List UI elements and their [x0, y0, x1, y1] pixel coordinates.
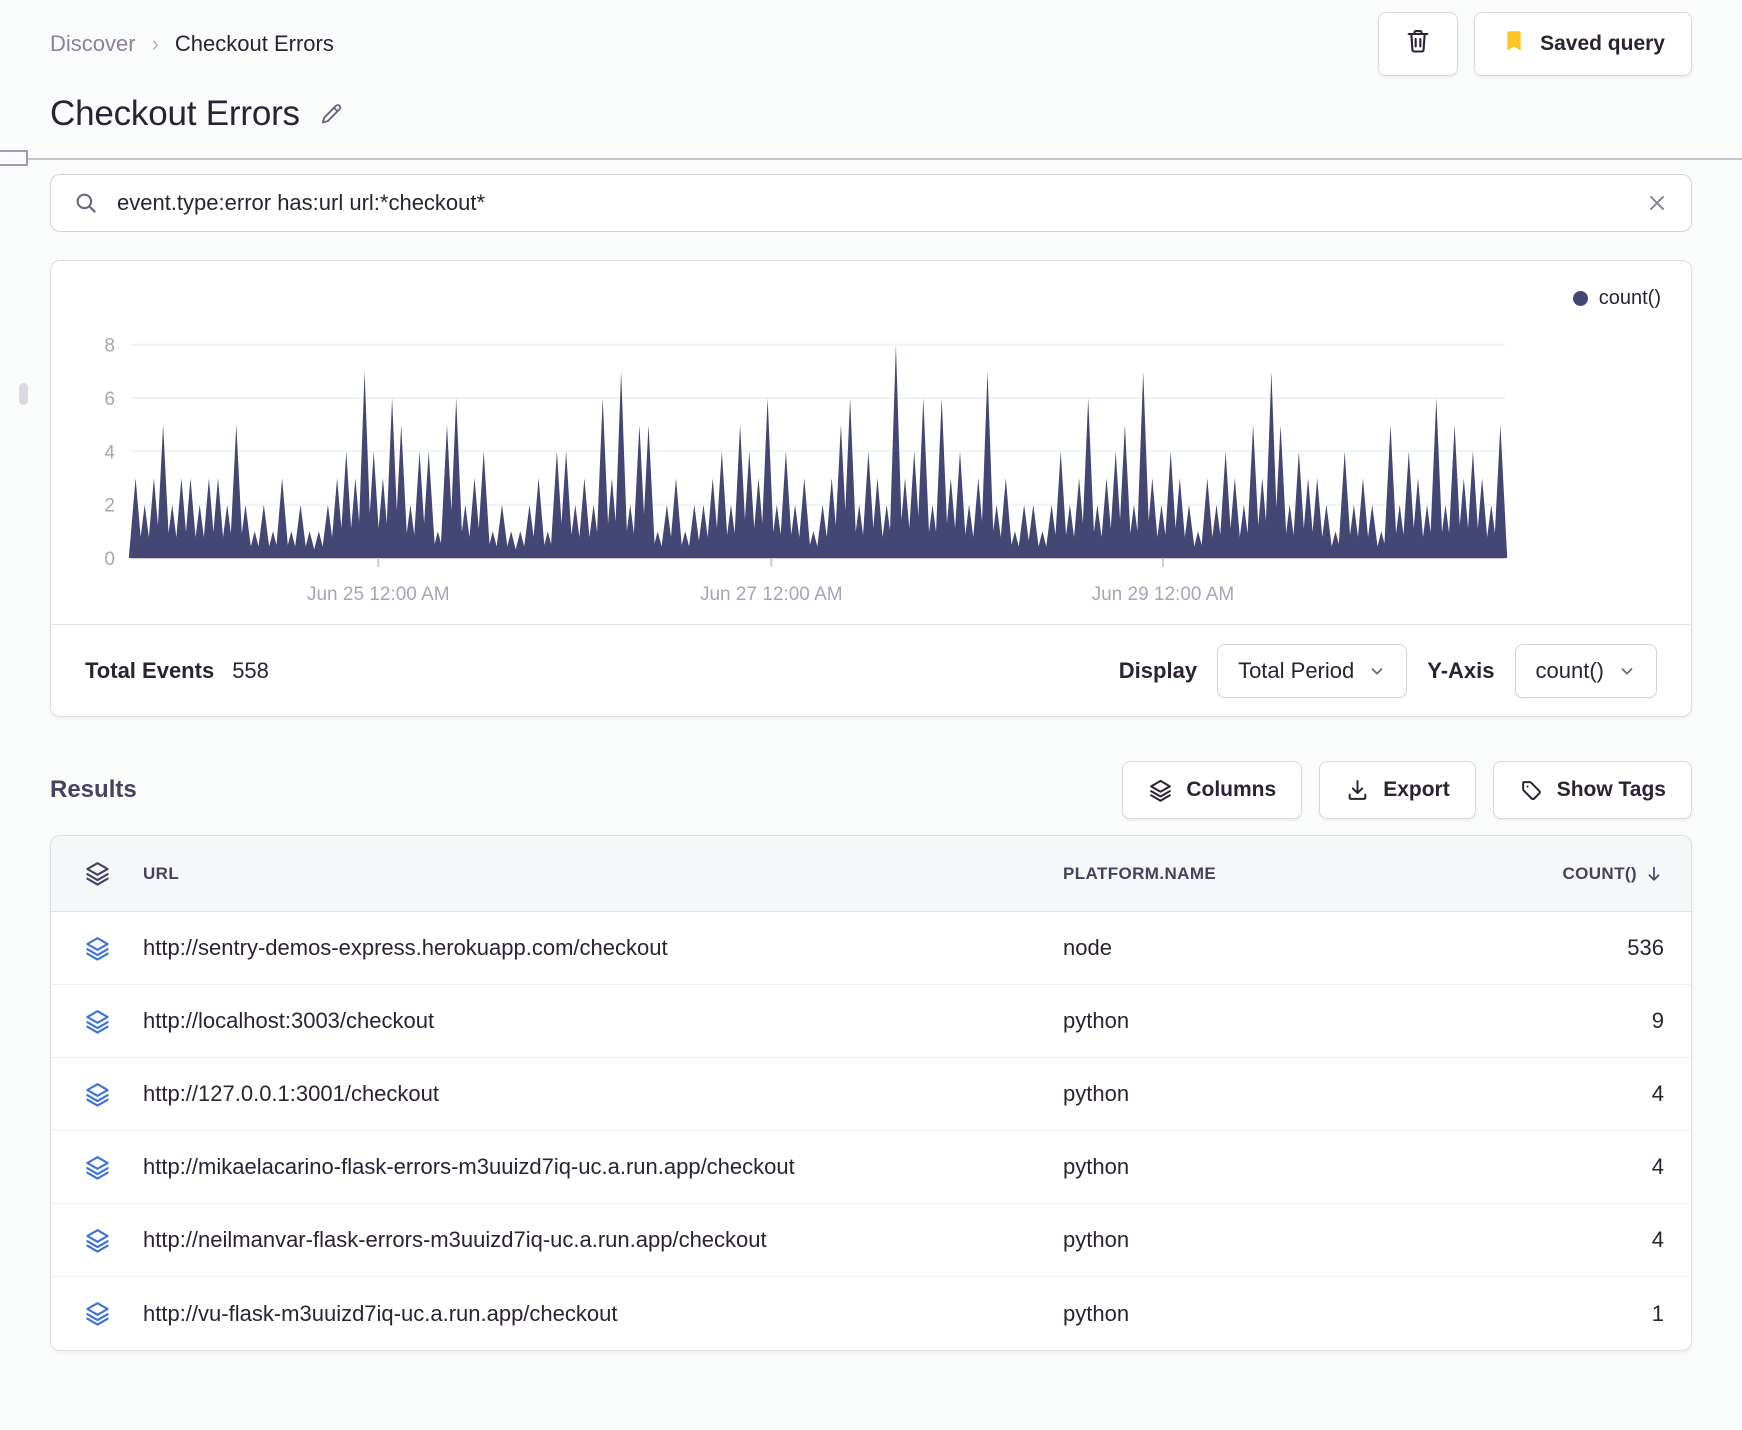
- svg-text:6: 6: [104, 389, 115, 410]
- clear-search-icon[interactable]: [1645, 191, 1669, 215]
- yaxis-value: count(): [1535, 657, 1604, 683]
- chart-footer: Total Events 558 Display Total Period Y-…: [51, 624, 1691, 716]
- export-label: Export: [1383, 778, 1450, 801]
- saved-query-button[interactable]: Saved query: [1474, 12, 1692, 76]
- trash-icon: [1404, 27, 1432, 61]
- chart-controls: Display Total Period Y-Axis count(): [1118, 643, 1657, 698]
- svg-text:8: 8: [104, 336, 115, 357]
- svg-text:4: 4: [104, 442, 115, 463]
- url-cell[interactable]: http://localhost:3003/checkout: [143, 1008, 1063, 1034]
- delete-query-button[interactable]: [1378, 12, 1459, 76]
- results-actions: Columns Export Show Tags: [1122, 761, 1692, 819]
- column-header-count[interactable]: COUNT(): [1363, 864, 1691, 884]
- layers-icon[interactable]: [51, 1300, 143, 1327]
- table-row[interactable]: http://mikaelacarino-flask-errors-m3uuiz…: [51, 1131, 1691, 1204]
- total-events-label: Total Events: [85, 657, 215, 683]
- section-divider: [0, 150, 1742, 166]
- title-row: Checkout Errors: [50, 94, 1692, 134]
- column-header-url[interactable]: URL: [143, 864, 1063, 884]
- count-cell: 9: [1651, 1008, 1664, 1033]
- saved-query-label: Saved query: [1540, 32, 1665, 55]
- layers-icon[interactable]: [51, 1227, 143, 1254]
- results-header: Results Columns Export Show Tags: [50, 761, 1692, 819]
- yaxis-label: Y-Axis: [1427, 657, 1495, 683]
- events-area-chart[interactable]: 0 2 4 6 8 Jun 25 12:00 AM Jun 27 12:00 AM Jun 2…: [73, 312, 1511, 618]
- table-header-row: URL PLATFORM.NAME COUNT(): [51, 836, 1691, 912]
- columns-label: Columns: [1186, 778, 1277, 801]
- results-heading: Results: [50, 776, 137, 803]
- breadcrumb-discover[interactable]: Discover: [50, 31, 136, 57]
- tag-icon: [1519, 778, 1544, 803]
- columns-button[interactable]: Columns: [1122, 761, 1303, 819]
- table-row[interactable]: http://vu-flask-m3uuizd7iq-uc.a.run.app/…: [51, 1277, 1691, 1350]
- search-icon: [73, 190, 99, 216]
- show-tags-label: Show Tags: [1556, 778, 1666, 801]
- scrollbar-thumb[interactable]: [19, 383, 28, 405]
- table-row[interactable]: http://sentry-demos-express.herokuapp.co…: [51, 912, 1691, 985]
- legend-label: count(): [1598, 287, 1661, 309]
- divider-handle: [0, 150, 28, 166]
- breadcrumb-current: Checkout Errors: [174, 31, 334, 56]
- search-input[interactable]: [115, 189, 1629, 217]
- layers-icon: [1148, 778, 1173, 803]
- platform-cell: node: [1063, 935, 1112, 960]
- sort-desc-icon: [1644, 864, 1664, 884]
- search-bar: [50, 174, 1692, 232]
- count-cell: 4: [1651, 1227, 1664, 1252]
- export-button[interactable]: Export: [1319, 761, 1476, 819]
- url-cell[interactable]: http://sentry-demos-express.herokuapp.co…: [143, 935, 1063, 961]
- layers-icon[interactable]: [51, 935, 143, 962]
- layers-icon[interactable]: [51, 1154, 143, 1181]
- platform-cell: python: [1063, 1154, 1130, 1179]
- svg-text:Jun 25 12:00 AM: Jun 25 12:00 AM: [307, 584, 450, 605]
- chevron-down-icon: [1368, 662, 1386, 680]
- table-row[interactable]: http://neilmanvar-flask-errors-m3uuizd7i…: [51, 1204, 1691, 1277]
- platform-cell: python: [1063, 1081, 1130, 1106]
- show-tags-button[interactable]: Show Tags: [1492, 761, 1692, 819]
- layers-icon[interactable]: [51, 1008, 143, 1035]
- events-chart-card: count() 0 2 4 6 8 Jun 25 12:00 AM Jun 27 12:00…: [50, 260, 1692, 717]
- results-table: URL PLATFORM.NAME COUNT() http://sentry-…: [50, 835, 1692, 1351]
- display-dropdown[interactable]: Total Period: [1217, 643, 1408, 698]
- platform-cell: python: [1063, 1227, 1130, 1252]
- chart-legend[interactable]: count(): [51, 261, 1691, 312]
- breadcrumb-separator-icon: ›: [151, 31, 159, 56]
- table-body: http://sentry-demos-express.herokuapp.co…: [51, 912, 1691, 1350]
- count-cell: 4: [1651, 1081, 1664, 1106]
- discover-page: Discover › Checkout Errors Saved query C…: [0, 0, 1742, 1351]
- download-icon: [1345, 778, 1370, 803]
- svg-text:2: 2: [104, 496, 115, 517]
- layers-icon[interactable]: [51, 1081, 143, 1108]
- chevron-down-icon: [1618, 662, 1636, 680]
- total-events-value: 558: [232, 657, 269, 683]
- platform-cell: python: [1063, 1008, 1130, 1033]
- layers-icon[interactable]: [51, 860, 143, 887]
- svg-text:0: 0: [104, 549, 115, 570]
- top-bar: Discover › Checkout Errors Saved query: [50, 0, 1692, 76]
- count-cell: 4: [1651, 1154, 1664, 1179]
- url-cell[interactable]: http://vu-flask-m3uuizd7iq-uc.a.run.app/…: [143, 1301, 1063, 1327]
- edit-title-icon[interactable]: [318, 101, 345, 133]
- breadcrumb: Discover › Checkout Errors: [50, 31, 334, 57]
- platform-cell: python: [1063, 1300, 1130, 1326]
- bookmark-icon: [1501, 28, 1527, 60]
- table-row[interactable]: http://localhost:3003/checkout python 9: [51, 985, 1691, 1058]
- yaxis-dropdown[interactable]: count(): [1514, 643, 1657, 698]
- column-header-platform[interactable]: PLATFORM.NAME: [1063, 864, 1363, 884]
- url-cell[interactable]: http://neilmanvar-flask-errors-m3uuizd7i…: [143, 1227, 1063, 1253]
- top-actions: Saved query: [1378, 12, 1692, 76]
- table-row[interactable]: http://127.0.0.1:3001/checkout python 4: [51, 1058, 1691, 1131]
- url-cell[interactable]: http://mikaelacarino-flask-errors-m3uuiz…: [143, 1154, 1063, 1180]
- page-title: Checkout Errors: [50, 94, 300, 133]
- display-label: Display: [1118, 657, 1198, 683]
- total-events: Total Events 558: [85, 658, 269, 684]
- display-value: Total Period: [1238, 657, 1355, 683]
- count-cell: 536: [1627, 935, 1664, 960]
- url-cell[interactable]: http://127.0.0.1:3001/checkout: [143, 1081, 1063, 1107]
- count-cell: 1: [1651, 1300, 1664, 1326]
- svg-text:Jun 29 12:00 AM: Jun 29 12:00 AM: [1092, 584, 1235, 605]
- svg-text:Jun 27 12:00 AM: Jun 27 12:00 AM: [700, 584, 843, 605]
- legend-dot-icon: [1572, 291, 1588, 306]
